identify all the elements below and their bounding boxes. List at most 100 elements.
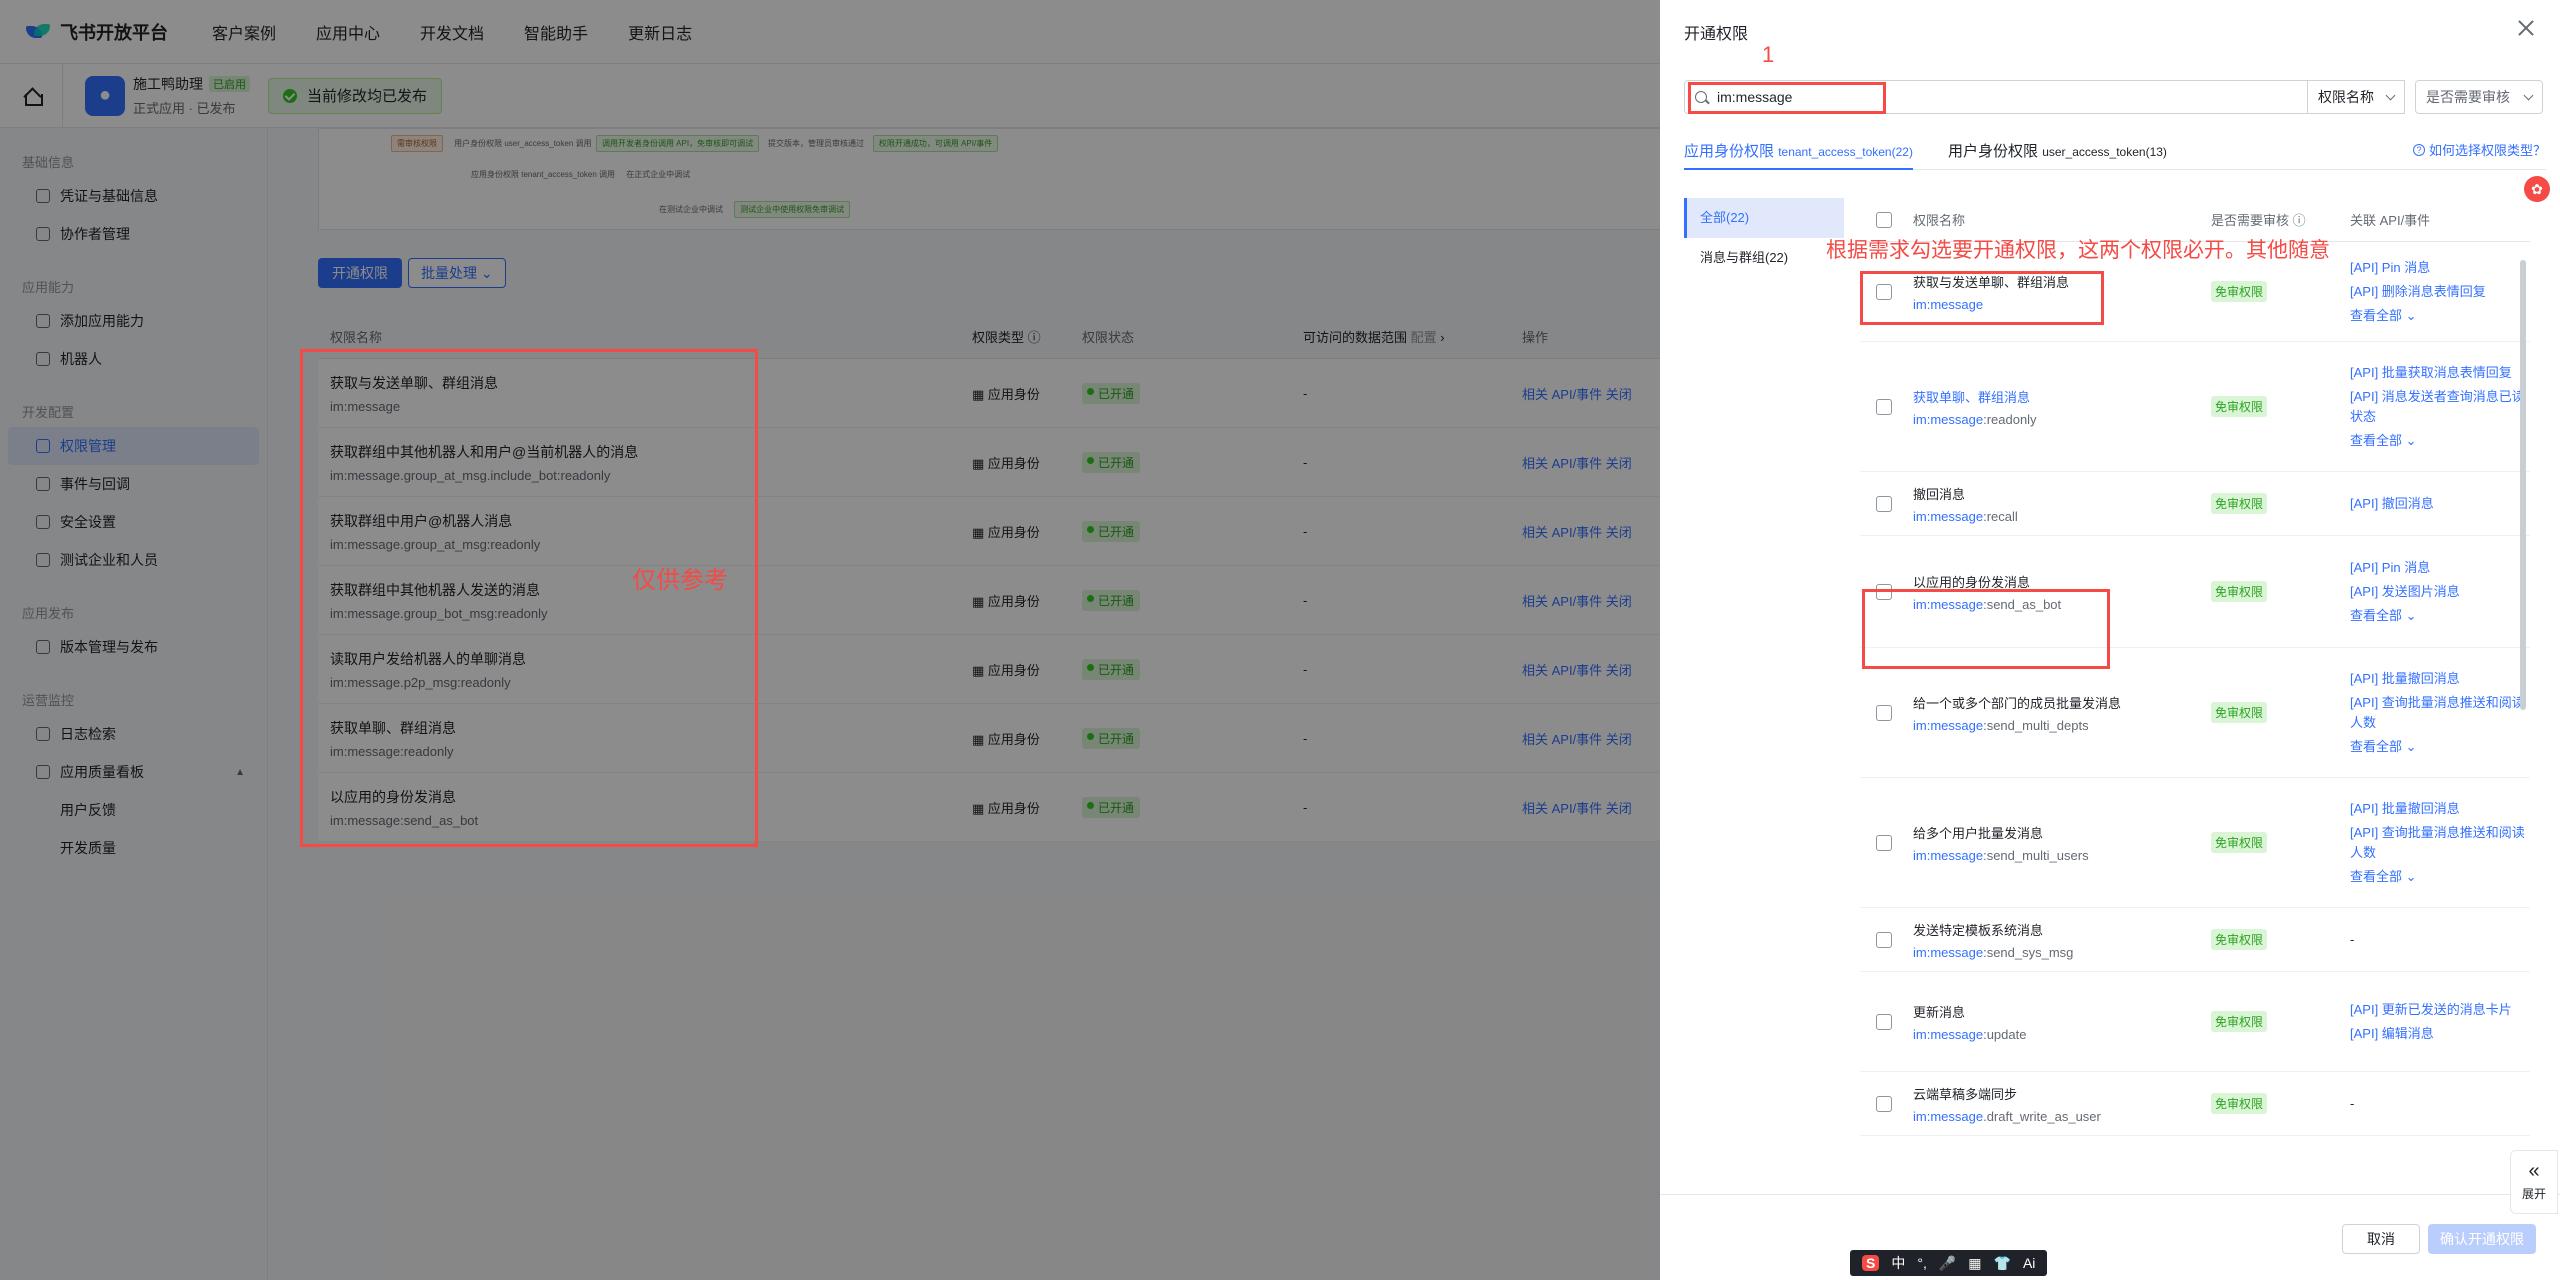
chevron-down-icon <box>2385 90 2396 100</box>
api-link[interactable]: [API] 撤回消息 <box>2350 494 2530 514</box>
related-api-cell: [API] 撤回消息 <box>2350 490 2530 518</box>
category-list: 全部(22) 消息与群组(22) <box>1684 198 1844 278</box>
permission-checkbox[interactable] <box>1876 1013 1892 1030</box>
search-icon <box>1695 91 1707 103</box>
audit-cell: 免审权限 <box>2211 1011 2350 1032</box>
open-permission-drawer: 开通权限 权限名称 是否需要审核 应用身份权限 tenant_access_to… <box>1660 0 2560 1280</box>
chevron-down-icon: ⌄ <box>2405 307 2417 323</box>
confirm-open-button[interactable]: 确认开通权限 <box>2428 1224 2536 1254</box>
permission-title: 发送特定模板系统消息 <box>1913 922 2044 938</box>
view-all-link[interactable]: 查看全部 ⌄ <box>2350 606 2530 626</box>
api-link[interactable]: [API] 消息发送者查询消息已读状态 <box>2350 387 2530 427</box>
permission-type-help-link[interactable]: ? 如何选择权限类型？ <box>2412 140 2546 159</box>
view-all-link[interactable]: 查看全部 ⌄ <box>2350 737 2530 757</box>
related-api-cell: [API] 更新已发送的消息卡片 [API] 编辑消息 <box>2350 996 2530 1048</box>
permission-row: 获取单聊、群组消息 im:message:readonly 免审权限 [API] 批量… <box>1860 342 2530 472</box>
permission-checkbox[interactable] <box>1876 398 1892 415</box>
col-related-api: 关联 API/事件 <box>2350 213 2431 228</box>
permission-code: im:message:readonly <box>1913 411 2037 427</box>
no-audit-tag: 免审权限 <box>2211 832 2268 853</box>
chevron-down-icon <box>2523 90 2534 100</box>
no-audit-tag: 免审权限 <box>2211 1011 2268 1032</box>
audit-filter-select[interactable]: 是否需要审核 <box>2415 80 2543 114</box>
ime-punct-icon[interactable]: °, <box>1917 1255 1927 1271</box>
annotation-ref-text: 仅供参考 <box>632 567 728 594</box>
related-api-cell: [API] Pin 消息 [API] 删除消息表情回复 查看全部 ⌄ <box>2350 254 2530 330</box>
chevron-down-icon: ⌄ <box>2405 607 2417 623</box>
audit-cell: 免审权限 <box>2211 493 2350 514</box>
api-link[interactable]: [API] 删除消息表情回复 <box>2350 282 2530 302</box>
tab-user-permissions[interactable]: 用户身份权限 user_access_token(13) <box>1948 140 2167 161</box>
search-box[interactable] <box>1684 80 2308 114</box>
sogou-ime-icon[interactable]: S <box>1862 1255 1880 1271</box>
permission-name-cell: 发送特定模板系统消息 im:message:send_sys_msg <box>1913 920 2211 960</box>
cancel-button[interactable]: 取消 <box>2342 1224 2420 1254</box>
select-all-checkbox[interactable] <box>1876 211 1892 228</box>
permission-checkbox[interactable] <box>1876 283 1892 300</box>
permission-row: 给一个或多个部门的成员批量发消息 im:message:send_multi_de… <box>1860 648 2530 778</box>
ai-icon[interactable]: Ai <box>2023 1255 2035 1271</box>
permission-code: im:message.draft_write_as_user <box>1913 1108 2101 1124</box>
ime-mode[interactable]: 中 <box>1891 1253 1905 1273</box>
expand-panel-button[interactable]: « 展开 <box>2510 1150 2558 1214</box>
microphone-icon[interactable]: 🎤 <box>1939 1255 1956 1272</box>
permission-name-cell: 给一个或多个部门的成员批量发消息 im:message:send_multi_de… <box>1913 693 2211 733</box>
question-icon[interactable]: ⓘ <box>2293 213 2306 228</box>
permission-checkbox[interactable] <box>1876 1095 1892 1112</box>
permission-title: 获取与发送单聊、群组消息 <box>1913 274 2070 290</box>
modal-overlay[interactable] <box>0 0 1660 1280</box>
api-link[interactable]: [API] 发送图片消息 <box>2350 582 2530 602</box>
search-input[interactable] <box>1717 89 2277 105</box>
api-link[interactable]: [API] 查询批量消息推送和阅读人数 <box>2350 693 2530 733</box>
audit-cell: 免审权限 <box>2211 702 2350 723</box>
permission-title: 撤回消息 <box>1913 486 1966 502</box>
close-icon[interactable] <box>2516 18 2536 38</box>
permission-code: im:message:update <box>1913 1026 2027 1042</box>
view-all-link[interactable]: 查看全部 ⌄ <box>2350 306 2530 326</box>
permission-row: 撤回消息 im:message:recall 免审权限 [API] 撤回消息 <box>1860 472 2530 536</box>
no-api: - <box>2350 932 2355 947</box>
api-link[interactable]: [API] 编辑消息 <box>2350 1024 2530 1044</box>
assistant-float-icon[interactable]: ✿ <box>2524 176 2550 202</box>
scrollbar[interactable] <box>2520 260 2526 710</box>
tab-tenant-permissions[interactable]: 应用身份权限 tenant_access_token(22) <box>1684 140 1913 170</box>
api-link[interactable]: [API] 批量获取消息表情回复 <box>2350 363 2530 383</box>
api-link[interactable]: [API] Pin 消息 <box>2350 258 2530 278</box>
no-audit-tag: 免审权限 <box>2211 702 2268 723</box>
view-all-link[interactable]: 查看全部 ⌄ <box>2350 431 2530 451</box>
ime-toolbar[interactable]: S 中 °, 🎤 ▦ 👕 Ai <box>1850 1250 2048 1276</box>
permission-rows: 获取与发送单聊、群组消息 im:message 免审权限 [API] Pin 消息 [A… <box>1860 242 2530 1136</box>
keyboard-icon[interactable]: ▦ <box>1968 1255 1981 1272</box>
api-link[interactable]: [API] 批量撤回消息 <box>2350 799 2530 819</box>
chevron-down-icon: ⌄ <box>2405 868 2417 884</box>
search-field-select[interactable]: 权限名称 <box>2307 80 2405 114</box>
permission-code: im:message:send_sys_msg <box>1913 944 2074 960</box>
audit-cell: 免审权限 <box>2211 929 2350 950</box>
api-link[interactable]: [API] Pin 消息 <box>2350 558 2530 578</box>
api-link[interactable]: [API] 查询批量消息推送和阅读人数 <box>2350 823 2530 863</box>
permission-checkbox[interactable] <box>1876 583 1892 600</box>
permission-row: 发送特定模板系统消息 im:message:send_sys_msg 免审权限 - <box>1860 908 2530 972</box>
col-audit: 是否需要审核 ⓘ <box>2211 213 2306 228</box>
view-all-link[interactable]: 查看全部 ⌄ <box>2350 867 2530 887</box>
related-api-cell: [API] Pin 消息 [API] 发送图片消息 查看全部 ⌄ <box>2350 554 2530 630</box>
no-api: - <box>2350 1096 2355 1111</box>
permission-checkbox[interactable] <box>1876 704 1892 721</box>
related-api-cell: - <box>2350 1096 2530 1111</box>
permission-row: 给多个用户批量发消息 im:message:send_multi_users 免审权… <box>1860 778 2530 908</box>
permission-code: im:message:send_as_bot <box>1913 596 2062 612</box>
skin-icon[interactable]: 👕 <box>1994 1255 2011 1272</box>
api-link[interactable]: [API] 更新已发送的消息卡片 <box>2350 1000 2530 1020</box>
permission-checkbox[interactable] <box>1876 495 1892 512</box>
permission-type-tabs: 应用身份权限 tenant_access_token(22) 用户身份权限 us… <box>1684 132 2546 170</box>
no-audit-tag: 免审权限 <box>2211 493 2268 514</box>
permission-name-cell: 给多个用户批量发消息 im:message:send_multi_users <box>1913 823 2211 863</box>
category-messages-groups[interactable]: 消息与群组(22) <box>1684 238 1844 278</box>
api-link[interactable]: [API] 批量撤回消息 <box>2350 669 2530 689</box>
drawer-title: 开通权限 <box>1684 26 1749 43</box>
permission-checkbox[interactable] <box>1876 834 1892 851</box>
permission-checkbox[interactable] <box>1876 931 1892 948</box>
related-api-cell: - <box>2350 932 2530 947</box>
no-audit-tag: 免审权限 <box>2211 396 2268 417</box>
category-all[interactable]: 全部(22) <box>1684 198 1844 238</box>
